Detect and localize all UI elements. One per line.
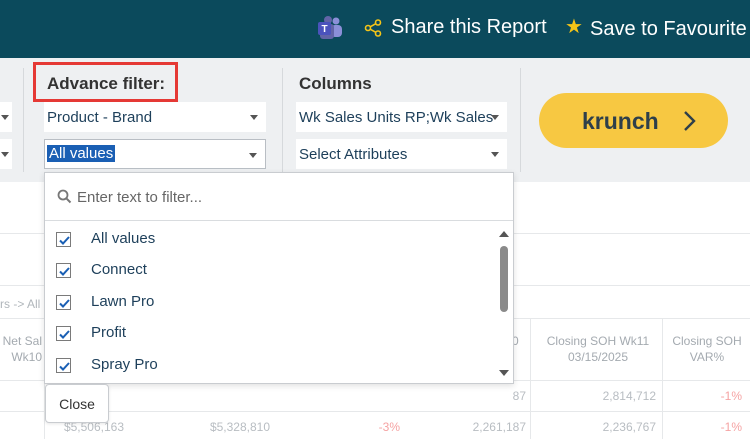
checkbox[interactable] — [56, 295, 71, 310]
divider — [0, 411, 750, 412]
check-icon — [59, 362, 70, 371]
advance-filter-label: Advance filter: — [47, 74, 166, 93]
list-item-label: Profit — [91, 324, 127, 341]
divider — [23, 68, 24, 172]
svg-text:T: T — [321, 24, 327, 35]
column-header-closing-soh: Closing SOH Wk11 03/15/2025 — [546, 334, 650, 364]
attributes-select[interactable]: Select Attributes — [296, 139, 507, 169]
share-icon[interactable] — [364, 19, 382, 37]
list-item[interactable]: Spray Pro — [45, 350, 495, 381]
columns-select-value: Wk Sales Units RP;Wk Sales — [299, 109, 494, 126]
checkbox[interactable] — [56, 326, 71, 341]
dimension-select-value: Product - Brand — [47, 109, 153, 126]
table-cell: $5,328,810 — [209, 420, 270, 434]
chevron-down-icon — [491, 152, 499, 157]
list-item-label: Connect — [91, 261, 147, 278]
search-icon — [57, 189, 72, 204]
table-cell: -3% — [378, 420, 400, 434]
list-item-label: Lawn Pro — [91, 293, 155, 310]
divider — [282, 68, 283, 172]
divider — [530, 318, 531, 439]
values-select-value: All values — [47, 145, 116, 162]
table-cell: 2,236,767 — [602, 420, 656, 434]
list-item[interactable]: All values — [45, 224, 495, 255]
checkbox[interactable] — [56, 263, 71, 278]
table-cell: 2,814,712 — [602, 389, 656, 403]
check-icon — [59, 267, 70, 276]
chevron-down-icon — [250, 115, 258, 120]
list-item[interactable]: Profit — [45, 318, 495, 349]
attributes-select-value: Select Attributes — [299, 146, 408, 163]
checkbox[interactable] — [56, 358, 71, 373]
scroll-up-arrow-icon[interactable] — [499, 231, 509, 237]
checkbox[interactable] — [56, 232, 71, 247]
filter-search-box — [45, 173, 513, 221]
krunch-button-label: krunch — [582, 108, 659, 134]
check-icon — [59, 299, 70, 308]
columns-select[interactable]: Wk Sales Units RP;Wk Sales — [296, 102, 507, 132]
chevron-down-icon — [1, 115, 9, 120]
list-item[interactable]: Connect — [45, 255, 495, 286]
left-select-2[interactable] — [0, 139, 12, 169]
divider — [520, 68, 521, 172]
list-item-label: Spray Pro — [91, 356, 158, 373]
chevron-down-icon — [491, 115, 499, 120]
save-favourite-link[interactable]: Save to Favourite — [590, 18, 747, 41]
check-icon — [59, 330, 70, 339]
filter-search-input[interactable] — [77, 185, 497, 209]
divider — [662, 318, 663, 439]
scrollbar-thumb[interactable] — [500, 246, 508, 312]
advance-filter-title: Advance filter: — [33, 62, 178, 102]
star-icon[interactable]: ★ — [565, 14, 583, 40]
column-header-closing-var: Closing SOH VAR% — [672, 334, 742, 364]
left-select-1[interactable] — [0, 102, 12, 132]
breadcrumb: rs -> All — [0, 297, 41, 311]
chevron-down-icon — [1, 152, 9, 157]
table-cell: -1% — [720, 389, 742, 403]
list-item[interactable]: Lawn Pro — [45, 287, 495, 318]
dimension-select[interactable]: Product - Brand — [44, 102, 266, 132]
table-cell: 87 — [512, 389, 526, 403]
columns-title: Columns — [299, 74, 372, 93]
column-header-net-sales: Net Sal Wk10 — [2, 334, 42, 364]
list-item-label: All values — [91, 230, 156, 247]
check-icon — [59, 236, 70, 245]
values-select[interactable]: All values — [44, 139, 266, 169]
chevron-down-icon — [249, 153, 257, 158]
values-dropdown: All values Connect Lawn Pro Profit Spray… — [44, 172, 514, 384]
table-cell: -1% — [720, 420, 742, 434]
table-cell: 2,261,187 — [472, 420, 526, 434]
close-button[interactable]: Close — [45, 384, 109, 423]
microsoft-teams-icon[interactable]: T — [316, 14, 344, 42]
top-bar: T Share this Report ★ Save to Favourite — [0, 0, 750, 58]
krunch-button[interactable]: krunch — [539, 93, 728, 148]
chevron-right-icon — [684, 111, 696, 131]
share-report-link[interactable]: Share this Report — [391, 16, 547, 39]
scroll-down-arrow-icon[interactable] — [499, 370, 509, 376]
